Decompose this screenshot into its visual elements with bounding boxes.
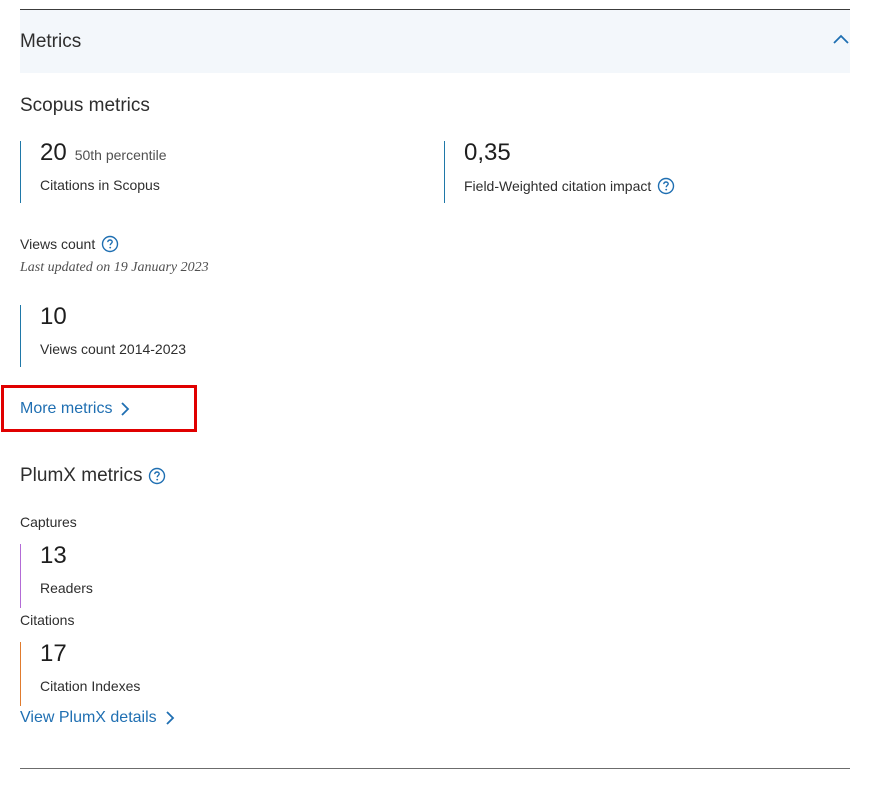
citation-indexes-value: 17: [40, 640, 67, 667]
question-circle-icon[interactable]: [148, 467, 166, 485]
views-count-heading: Views count: [20, 235, 119, 253]
captures-label: Readers: [40, 580, 93, 596]
question-circle-icon[interactable]: [101, 235, 119, 253]
citations-metric: 20 50th percentile Citations in Scopus: [20, 141, 167, 203]
metrics-panel: Metrics Scopus metrics 20 50th percentil…: [0, 0, 886, 802]
metrics-header-title: Metrics: [20, 31, 82, 52]
views-last-updated: Last updated on 19 January 2023: [20, 260, 209, 275]
fwci-metric: 0,35 Field-Weighted citation impact: [444, 141, 675, 203]
views-value: 10: [40, 303, 67, 330]
citations-percentile: 50th percentile: [74, 147, 167, 163]
citations-count: 20: [40, 139, 67, 166]
views-count-title: Views count: [20, 236, 96, 252]
scopus-metrics-title: Scopus metrics: [20, 95, 150, 116]
captures-value: 13: [40, 542, 67, 569]
plumx-metrics-heading: PlumX metrics: [20, 465, 166, 487]
views-metric: 10 Views count 2014-2023: [20, 305, 186, 367]
citations-label: Citations in Scopus: [40, 177, 160, 193]
view-plumx-details-link[interactable]: View PlumX details: [20, 709, 175, 727]
plumx-metrics-title: PlumX metrics: [20, 465, 143, 486]
chevron-right-icon: [166, 711, 174, 725]
fwci-value: 0,35: [464, 139, 511, 166]
fwci-label: Field-Weighted citation impact: [464, 178, 652, 194]
chevron-up-icon[interactable]: [832, 32, 850, 46]
view-plumx-details-label: View PlumX details: [20, 709, 157, 726]
citations-category: Citations: [20, 612, 75, 628]
highlight-box: [1, 385, 197, 432]
bottom-divider: [20, 768, 850, 769]
views-label: Views count 2014-2023: [40, 341, 187, 357]
question-circle-icon[interactable]: [657, 177, 675, 195]
citation-indexes-metric: 17 Citation Indexes: [20, 642, 140, 706]
captures-metric: 13 Readers: [20, 544, 93, 608]
citation-indexes-label: Citation Indexes: [40, 678, 141, 694]
metrics-header-toggle[interactable]: Metrics: [20, 10, 850, 73]
captures-category: Captures: [20, 514, 77, 530]
